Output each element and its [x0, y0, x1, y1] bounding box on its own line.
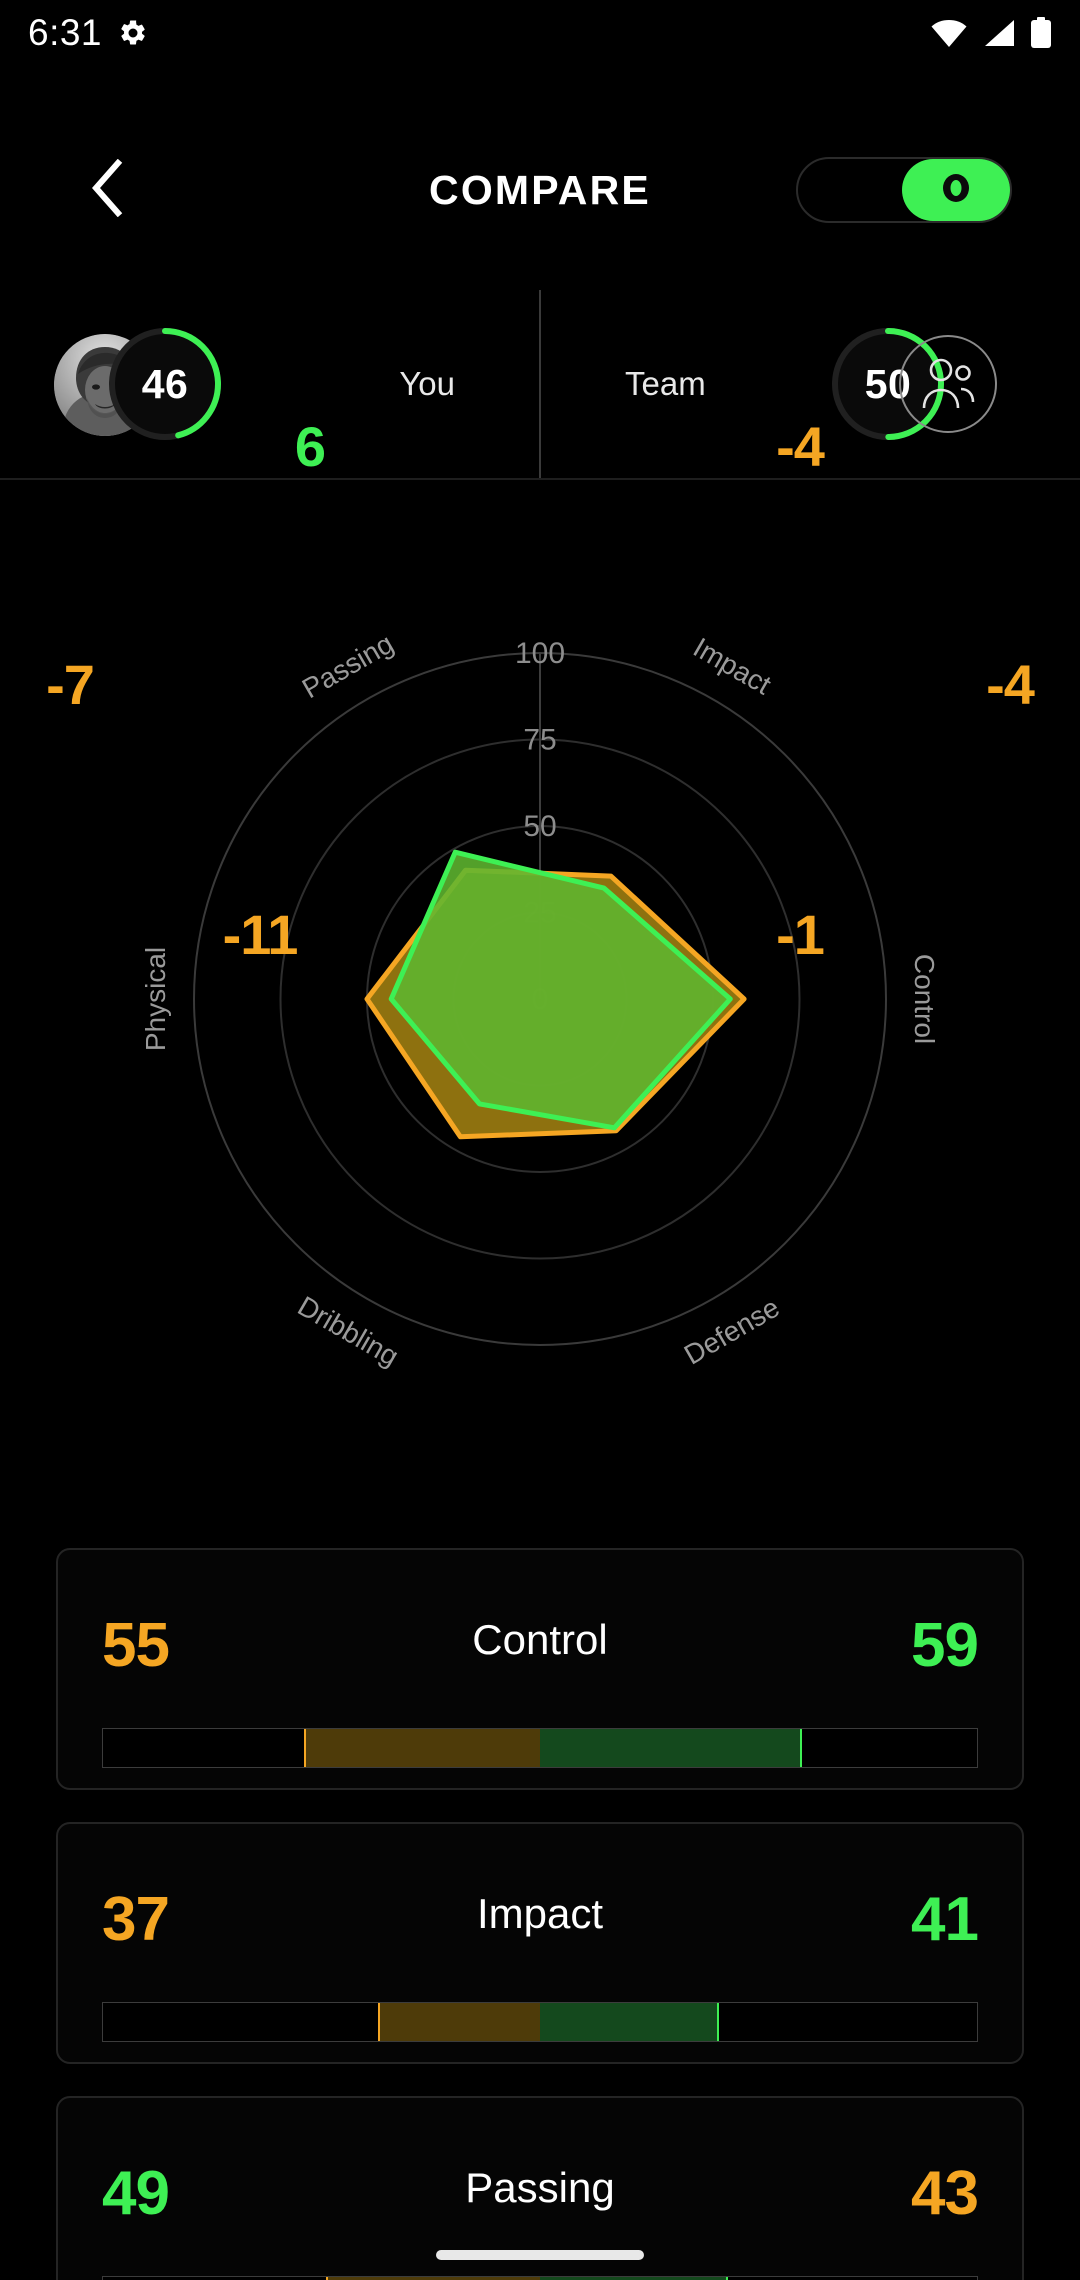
stat-bar-track — [102, 2002, 978, 2042]
stat-bar-track — [102, 1728, 978, 1768]
stat-right-value: 59 — [911, 1611, 979, 1680]
people-icon — [899, 335, 997, 433]
diff-value-dribbling: -11 — [222, 903, 299, 966]
diff-value-impact: -4 — [776, 415, 825, 478]
diff-value-defense: -1 — [776, 903, 825, 966]
visibility-toggle[interactable] — [796, 157, 1012, 223]
radar-axis-label-dribbling: Dribbling — [293, 1290, 404, 1372]
wifi-icon — [930, 18, 968, 48]
radar-tick-50: 50 — [523, 810, 556, 843]
you-score-value: 46 — [141, 360, 189, 407]
status-time: 6:31 — [28, 12, 103, 53]
stat-name: Control — [472, 1616, 608, 1663]
radar-axis-label-passing: Passing — [297, 628, 399, 705]
status-bar: 6:31 — [0, 0, 1080, 66]
stat-bar-pad-right — [719, 2003, 977, 2041]
stat-card-header: 49 Passing 43 — [58, 2158, 1022, 2228]
stat-right-value: 41 — [911, 1885, 979, 1954]
cellular-signal-icon — [982, 18, 1016, 48]
stat-bar-pad-left — [103, 1729, 304, 1767]
radar-axis-label-physical: Physical — [140, 947, 171, 1051]
stat-bar-pad-right — [802, 1729, 977, 1767]
compare-strip: 46 You Team 50 — [0, 290, 1080, 480]
home-indicator — [436, 2250, 644, 2260]
you-label: You — [399, 365, 455, 402]
status-bar-left: 6:31 — [28, 12, 148, 54]
stat-card-header: 37 Impact 41 — [58, 1884, 1022, 1954]
eye-icon — [934, 173, 978, 208]
radar-axis-label-control: Control — [909, 954, 940, 1044]
diff-value-passing: 6 — [294, 415, 326, 478]
stat-bar-you — [378, 2003, 540, 2041]
app-header: COMPARE — [0, 140, 1080, 240]
toggle-thumb — [902, 159, 1010, 221]
stat-card[interactable]: 55 Control 59 — [56, 1548, 1024, 1790]
stat-bar-you — [304, 1729, 540, 1767]
radar-series-shapes — [364, 849, 747, 1140]
radar-axis-label-impact: Impact — [688, 632, 776, 701]
stat-name: Impact — [476, 1890, 604, 1937]
diff-value-physical: -7 — [46, 653, 95, 716]
stat-bar-team — [539, 1729, 803, 1767]
stat-bar-track — [102, 2276, 978, 2280]
battery-icon — [1030, 17, 1052, 49]
radar-tick-100: 100 — [515, 637, 565, 670]
radar-axis-label-defense: Defense — [679, 1292, 785, 1371]
team-label: Team — [625, 365, 706, 402]
stat-bar-pad-left — [103, 2003, 378, 2041]
radar-svg: Impact Control Defense Dribbling Physical Pas… — [140, 628, 940, 1372]
stat-right-value: 43 — [911, 2159, 979, 2228]
stat-name: Passing — [465, 2164, 615, 2211]
stat-bar-team — [539, 2003, 720, 2041]
you-score-ring: 46 — [107, 326, 223, 442]
stat-card[interactable]: 37 Impact 41 — [56, 1822, 1024, 2064]
compare-screen: 6:31 COMPARE 46 You Team 50 Impact Contr… — [0, 0, 1080, 2280]
radar-tick-75: 75 — [523, 724, 556, 757]
gear-icon — [118, 18, 148, 48]
status-bar-right — [930, 17, 1052, 49]
diff-value-control: -4 — [986, 653, 1035, 716]
stat-card-header: 55 Control 59 — [58, 1610, 1022, 1680]
radar-chart: Impact Control Defense Dribbling Physical Pas… — [0, 415, 1080, 1522]
stat-card-list: 55 Control 59 37 Impact 41 49 Passing 43 — [0, 1548, 1080, 2280]
